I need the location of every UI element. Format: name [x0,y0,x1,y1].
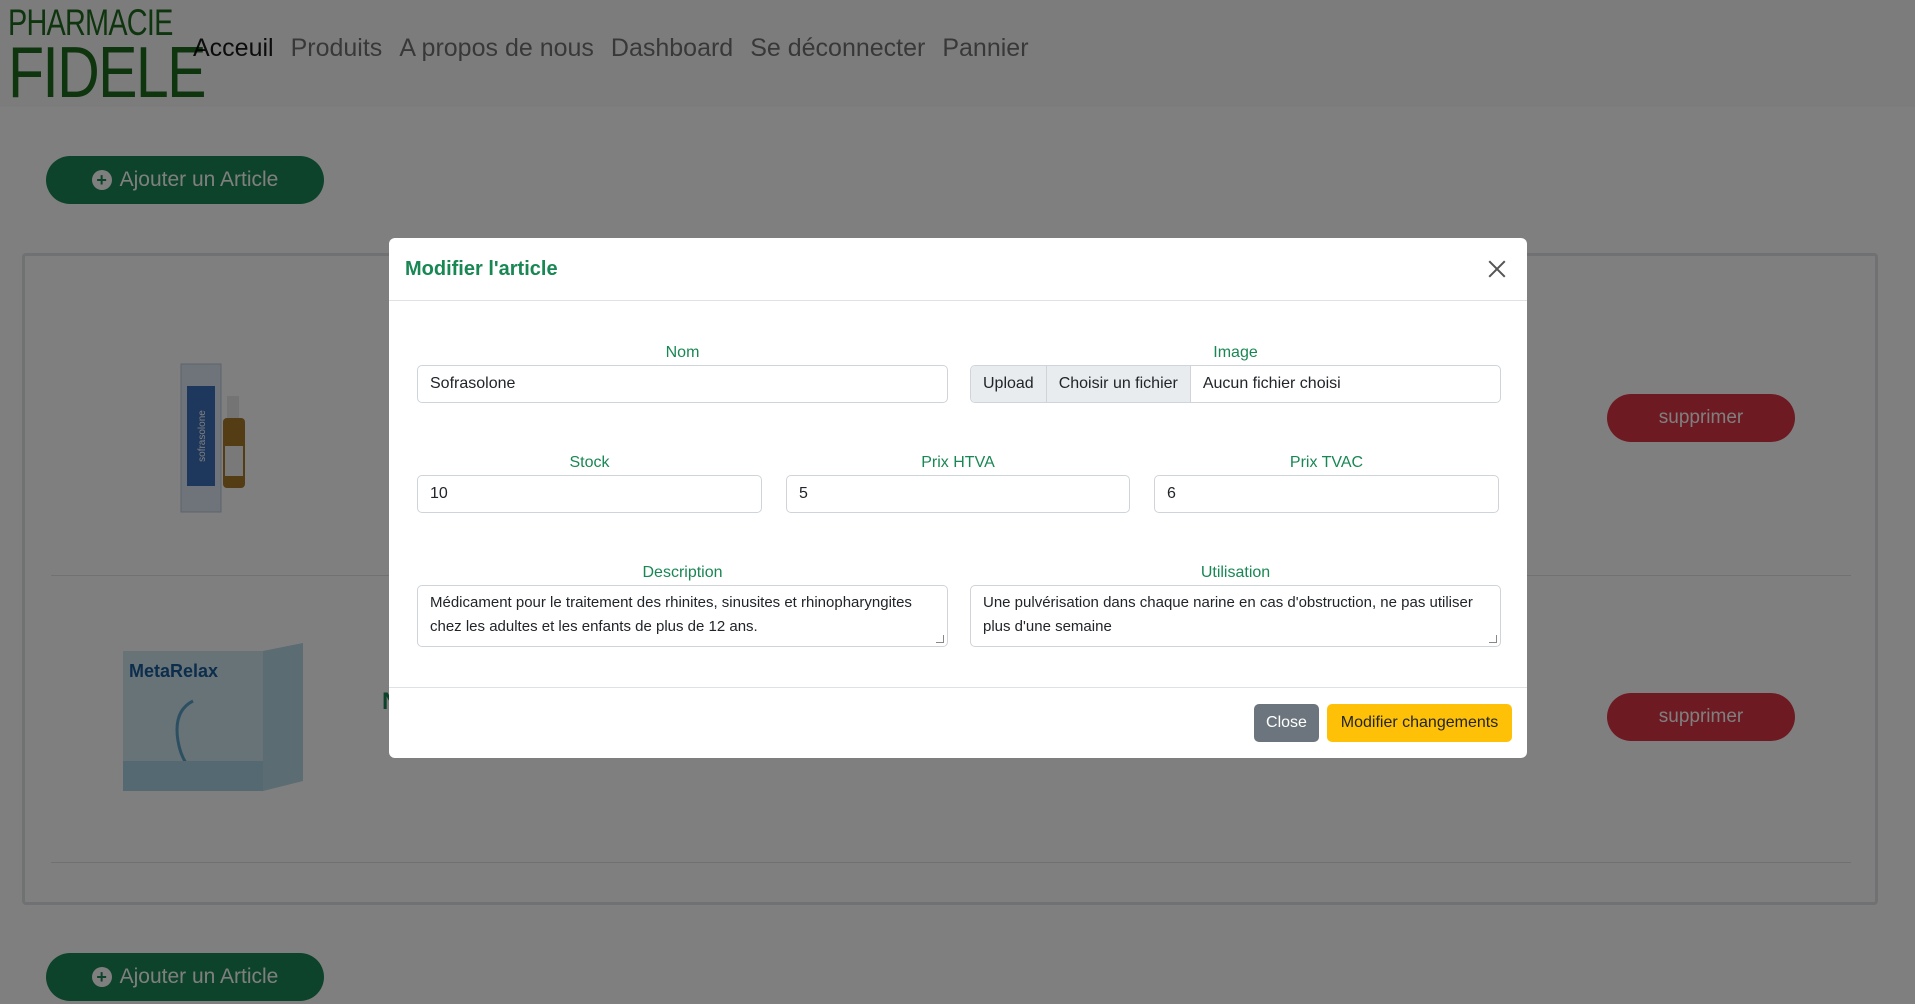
modal-footer: Close Modifier changements [389,687,1527,758]
upload-label: Upload [971,366,1047,402]
file-status: Aucun fichier choisi [1202,375,1341,392]
utilisation-text: Une pulvérisation dans chaque narine en … [983,594,1473,635]
nom-input[interactable]: Sofrasolone [417,365,948,403]
image-file-input[interactable]: Upload Choisir un fichier Aucun fichier … [970,365,1501,403]
resize-handle[interactable] [936,635,944,643]
image-label: Image [1213,344,1258,361]
edit-article-modal: Modifier l'article Nom Sofrasolone Image… [389,238,1527,758]
prix-tvac-input[interactable]: 6 [1154,475,1499,513]
utilisation-label: Utilisation [1200,564,1271,581]
prix-tvac-label: Prix TVAC [1289,454,1364,471]
utilisation-textarea[interactable]: Une pulvérisation dans chaque narine en … [970,585,1501,647]
prix-htva-input[interactable]: 5 [786,475,1130,513]
description-textarea[interactable]: Médicament pour le traitement des rhinit… [417,585,948,647]
choose-file-button[interactable]: Choisir un fichier [1046,366,1191,402]
modal-title: Modifier l'article [405,257,558,280]
description-text: Médicament pour le traitement des rhinit… [430,594,912,635]
resize-handle[interactable] [1489,635,1497,643]
save-changes-button[interactable]: Modifier changements [1327,704,1512,742]
stock-input[interactable]: 10 [417,475,762,513]
stock-label: Stock [569,454,610,471]
modal-header: Modifier l'article [389,238,1527,301]
description-label: Description [642,564,723,581]
close-button[interactable]: Close [1254,704,1319,742]
nom-label: Nom [665,344,700,361]
close-icon[interactable] [1483,255,1511,283]
prix-htva-label: Prix HTVA [921,454,995,471]
